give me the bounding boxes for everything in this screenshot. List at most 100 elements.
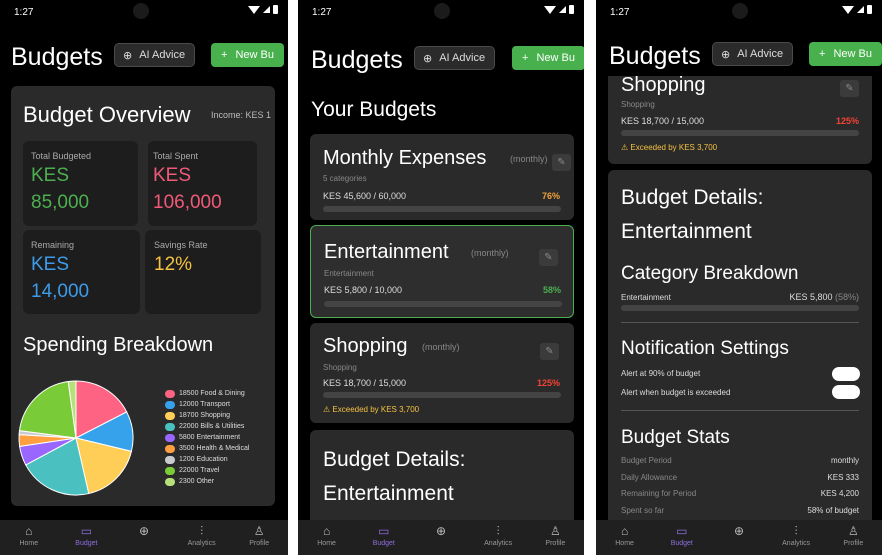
nav-item-analytics[interactable]: ⫶ Analytics — [770, 520, 822, 555]
legend-item: 1200 Education — [165, 454, 249, 465]
notification-settings-title: Notification Settings — [621, 338, 789, 359]
stat-currency: KES — [31, 254, 70, 275]
details-title-line2: Entertainment — [621, 220, 752, 243]
pie-slice-travel — [18, 380, 77, 439]
pie-legend: 18500 Food & Dining 12000 Transport 18700 … — [165, 388, 249, 487]
details-title-line2: Entertainment — [323, 482, 454, 505]
stat-value: 12% — [154, 254, 193, 275]
edit-icon: ✎ — [544, 252, 553, 263]
breakdown-name: Entertainment — [621, 293, 671, 302]
edit-icon: ✎ — [557, 157, 566, 168]
stat-value: KES 4,200 — [820, 489, 859, 498]
signal-icon — [263, 6, 270, 13]
home-icon: ⌂ — [620, 524, 629, 538]
budget-percent: 58% — [543, 285, 562, 295]
stat-currency: KES — [31, 165, 70, 186]
nav-item-add-circle[interactable]: ⊕ — [713, 520, 765, 555]
new-budget-button[interactable]: + New Bu — [809, 42, 882, 66]
nav-item-profile[interactable]: ♙ Profile — [529, 520, 581, 555]
warning-text: Exceeded by KES 3,700 — [332, 405, 420, 414]
status-bar: 1:27 — [0, 0, 288, 26]
system-icons — [544, 5, 574, 14]
legend-swatch — [165, 422, 175, 431]
stat-value: KES 333 — [827, 472, 859, 482]
budget-percent: 76% — [542, 191, 561, 201]
ai-advice-button[interactable]: ⊕ AI Advice — [414, 46, 496, 70]
legend-swatch — [165, 433, 175, 442]
legend-swatch — [165, 444, 175, 453]
stat-value: 58% of budget — [807, 505, 859, 515]
system-icons — [842, 5, 872, 14]
nav-label: Home — [317, 540, 336, 547]
new-budget-button[interactable]: + New Bu — [211, 43, 284, 67]
legend-label: 22000 Bills & Utilities — [179, 423, 245, 430]
nav-item-profile[interactable]: ♙ Profile — [827, 520, 879, 555]
ai-advice-label: AI Advice — [139, 49, 186, 61]
plus-icon: + — [522, 52, 529, 64]
ai-advice-button[interactable]: ⊕ AI Advice — [712, 42, 794, 66]
home-icon: ⌂ — [322, 524, 331, 538]
budget-card[interactable]: Shopping (monthly) ✎ Shopping KES 18,700… — [310, 323, 574, 423]
profile-icon: ♙ — [847, 524, 859, 538]
stat-value: monthly — [830, 456, 859, 465]
budget-overview-card: Budget Overview Income: KES 1 Total Budg… — [11, 86, 275, 506]
legend-label: 22000 Travel — [179, 467, 220, 474]
warning-text: Exceeded by KES 3,700 — [630, 143, 718, 152]
nav-label: Profile — [249, 540, 270, 547]
wifi-icon — [842, 5, 854, 14]
legend-item: 12000 Transport — [165, 399, 249, 410]
stat-value: 14,000 — [31, 281, 90, 302]
nav-label: Analytics — [782, 540, 811, 547]
nav-item-home[interactable]: ⌂ Home — [599, 520, 651, 555]
edit-budget-button[interactable]: ✎ — [539, 249, 558, 266]
ai-advice-button[interactable]: ⊕ AI Advice — [114, 43, 196, 67]
nav-item-profile[interactable]: ♙ Profile — [233, 520, 285, 555]
nav-item-budget[interactable]: ▭ Budget — [656, 520, 708, 555]
budget-stats-title: Budget Stats — [621, 427, 730, 448]
nav-label: Analytics — [484, 540, 513, 547]
signal-icon — [857, 6, 864, 13]
analytics-icon: ⫶ — [200, 524, 204, 538]
nav-item-analytics[interactable]: ⫶ Analytics — [472, 520, 524, 555]
legend-swatch — [165, 389, 175, 398]
your-budgets-title: Your Budgets — [311, 98, 437, 121]
budget-period: (monthly) — [422, 342, 460, 352]
budget-card[interactable]: Monthly Expenses (monthly) ✎ 5 categorie… — [310, 134, 574, 220]
stat-value: 106,000 — [153, 192, 222, 213]
budget-period: (monthly) — [510, 154, 548, 164]
budget-card-selected[interactable]: Entertainment (monthly) ✎ Entertainment … — [310, 225, 574, 318]
legend-swatch — [165, 466, 175, 475]
new-budget-button[interactable]: + New Bu — [512, 46, 584, 70]
nav-item-budget[interactable]: ▭ Budget — [60, 520, 112, 555]
page-title: Budgets — [609, 42, 701, 70]
budget-amount: KES 18,700 / 15,000 — [621, 116, 705, 126]
edit-budget-button[interactable]: ✎ — [540, 343, 559, 360]
alert-90-label: Alert at 90% of budget — [621, 369, 701, 378]
stat-total-budgeted: Total Budgeted KES 85,000 — [23, 141, 138, 226]
edit-budget-button[interactable]: ✎ — [552, 154, 571, 171]
budget-name: Monthly Expenses — [323, 147, 487, 169]
nav-item-home[interactable]: ⌂ Home — [3, 520, 55, 555]
nav-item-home[interactable]: ⌂ Home — [301, 520, 353, 555]
brain-icon: ⊕ — [721, 48, 731, 61]
nav-label: Home — [615, 540, 634, 547]
alert-90-toggle[interactable] — [832, 367, 860, 381]
budget-amount: KES 18,700 / 15,000 — [323, 378, 407, 388]
stat-value: 85,000 — [31, 192, 90, 213]
income-label: Income: KES 1 — [211, 110, 272, 120]
details-title-line1: Budget Details: — [621, 186, 764, 209]
plus-icon: + — [221, 49, 228, 61]
budget-category: Shopping — [621, 100, 655, 109]
brain-icon: ⊕ — [123, 49, 133, 62]
progress-fill — [324, 301, 462, 307]
nav-item-analytics[interactable]: ⫶ Analytics — [176, 520, 228, 555]
signal-icon — [559, 6, 566, 13]
nav-item-add-circle[interactable]: ⊕ — [118, 520, 170, 555]
alert-exceeded-toggle[interactable] — [832, 385, 860, 399]
new-budget-label: New Bu — [833, 48, 872, 60]
new-budget-label: New Bu — [536, 52, 575, 64]
nav-item-budget[interactable]: ▭ Budget — [358, 520, 410, 555]
app-bar: Budgets ⊕ AI Advice + New Bu — [298, 26, 584, 86]
breakdown-percent: (58%) — [834, 292, 859, 302]
nav-item-add-circle[interactable]: ⊕ — [415, 520, 467, 555]
